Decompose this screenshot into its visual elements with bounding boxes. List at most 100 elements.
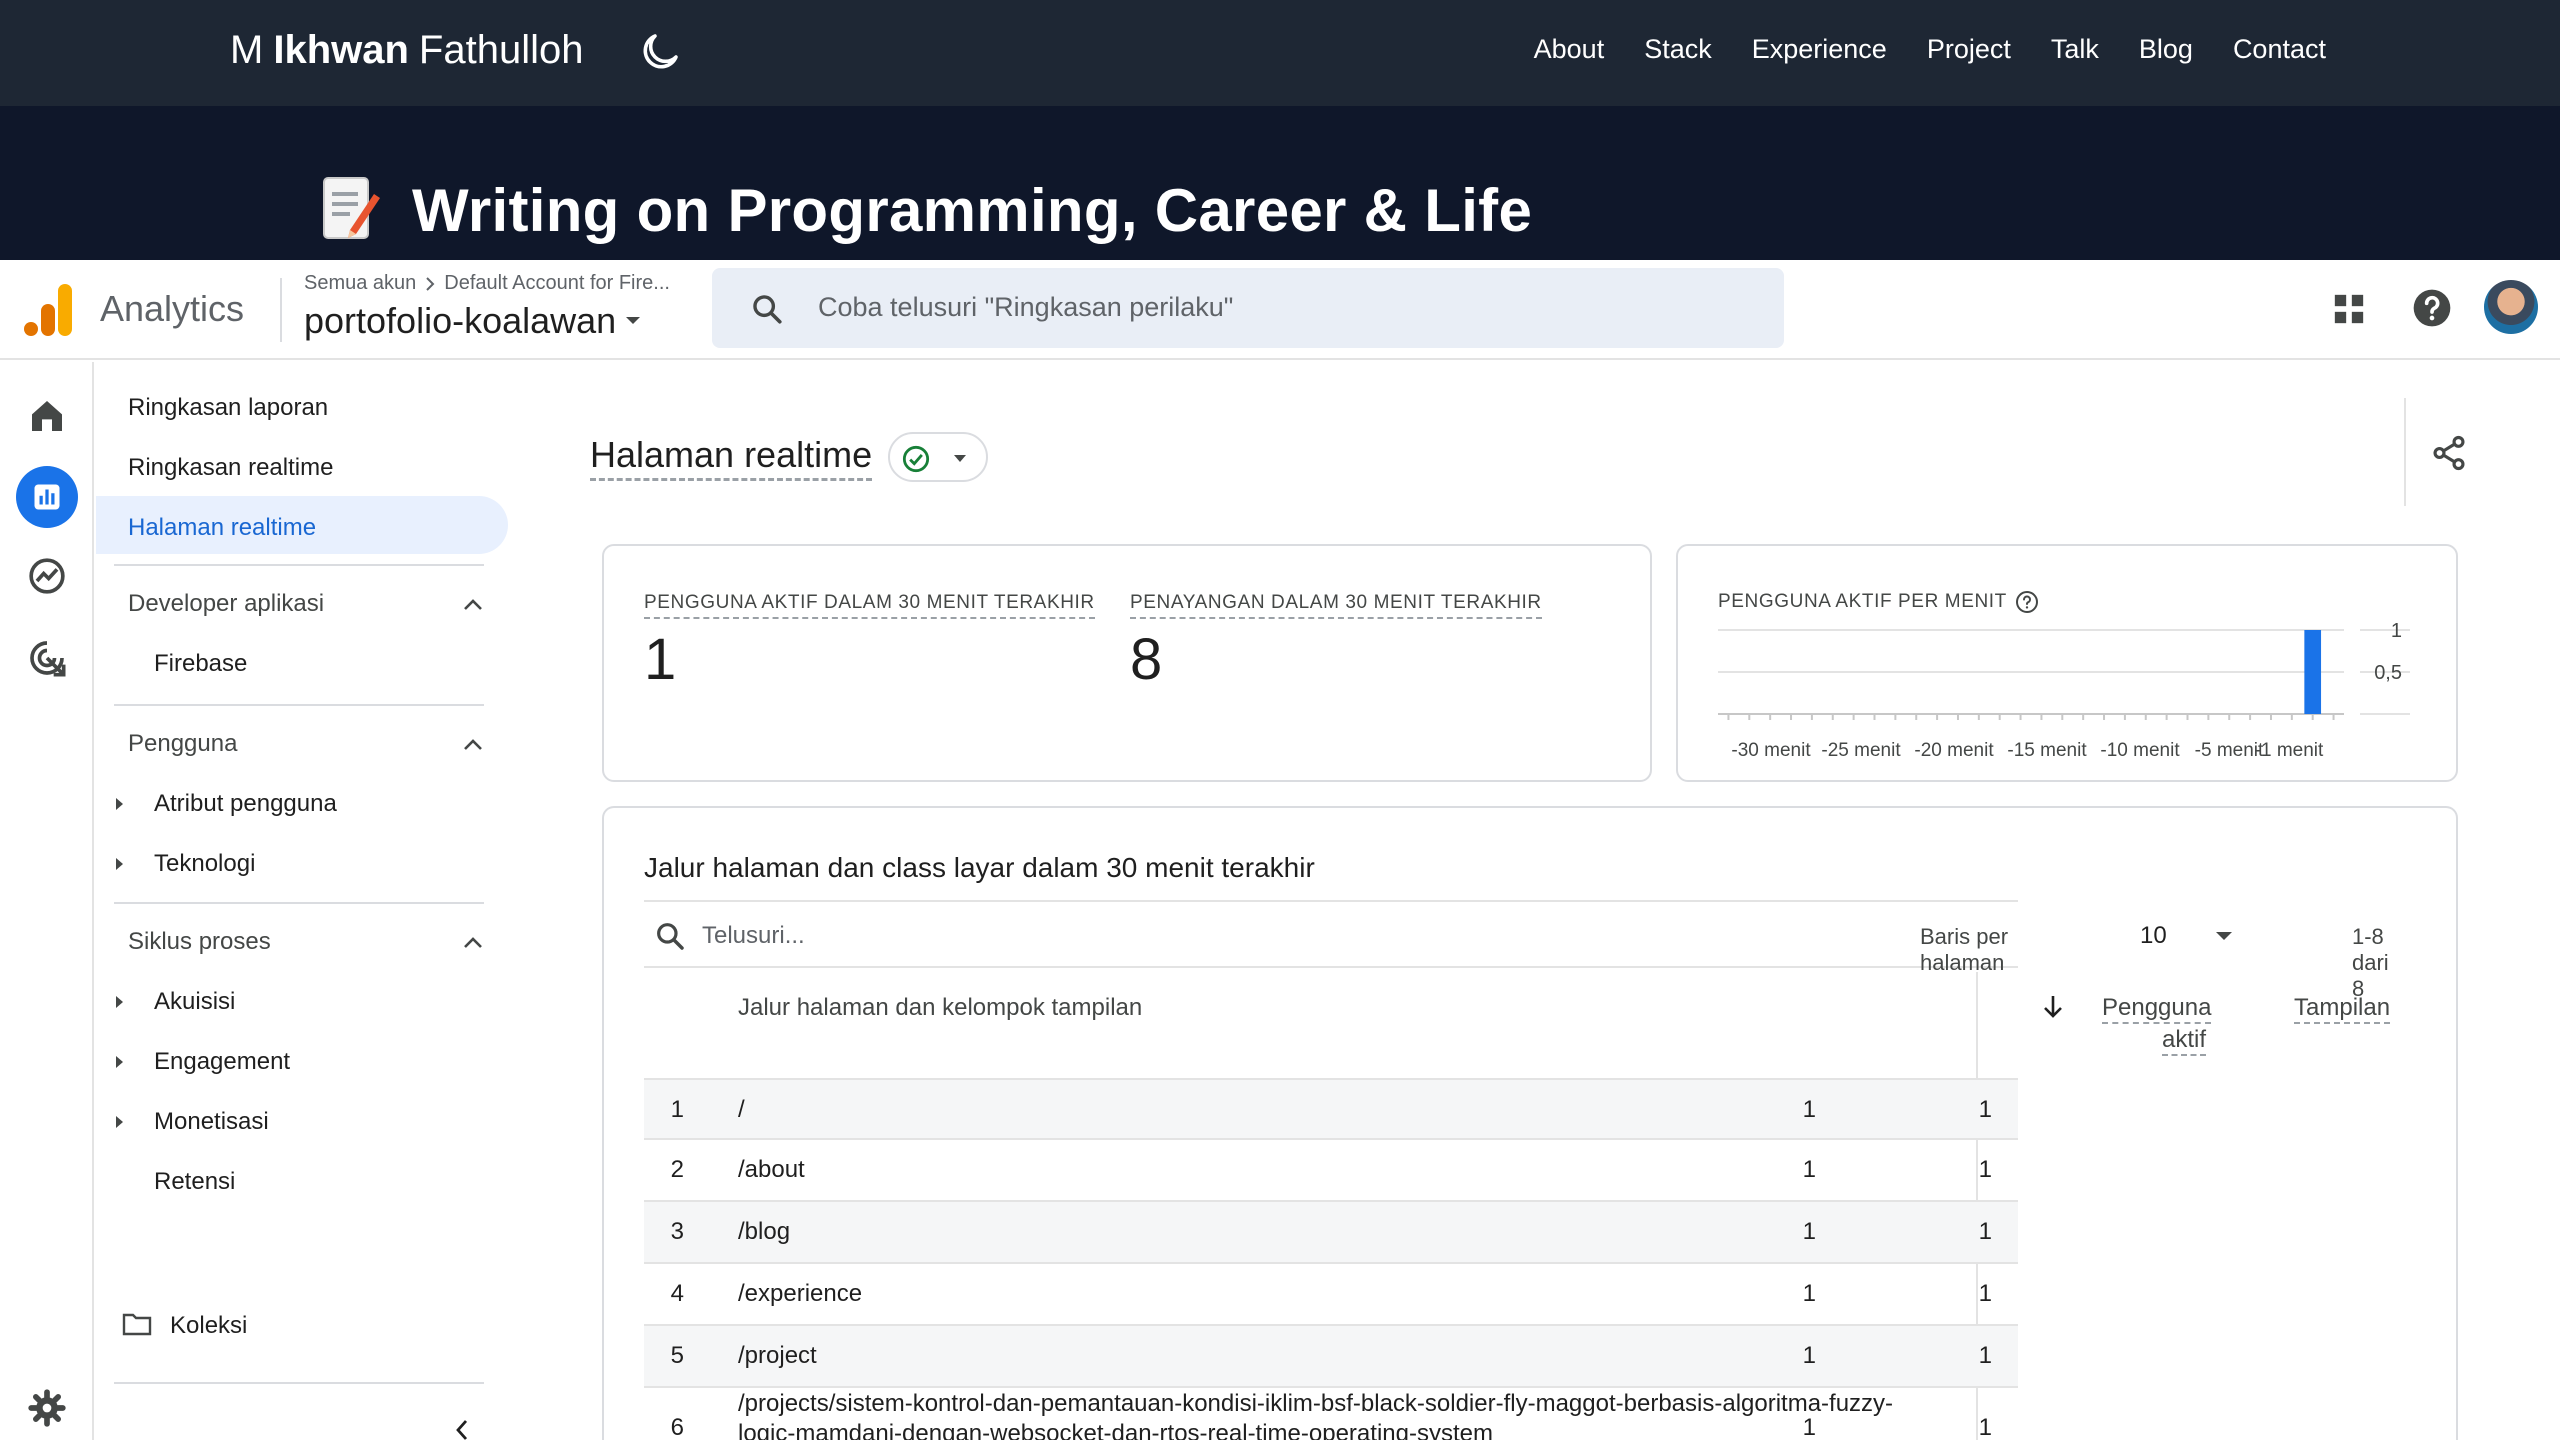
menu-about[interactable]: About bbox=[1534, 34, 1605, 65]
rows-per-page-select[interactable]: 10 bbox=[2140, 922, 2167, 950]
table-row[interactable]: 3 /blog 1 1 bbox=[644, 1202, 2018, 1264]
left-icon-rail bbox=[0, 362, 94, 1440]
share-divider bbox=[2404, 398, 2406, 506]
table-row[interactable]: 5 /project 1 1 bbox=[644, 1326, 2018, 1388]
nav-halaman-realtime[interactable]: Halaman realtime bbox=[128, 514, 316, 542]
row-path: /projects/sistem-kontrol-dan-pemantauan-… bbox=[738, 1390, 1894, 1417]
chart-x-tick-label: -5 menit bbox=[2195, 740, 2264, 761]
menu-blog[interactable]: Blog bbox=[2139, 34, 2193, 65]
menu-experience[interactable]: Experience bbox=[1752, 34, 1887, 65]
pages-table-card: Jalur halaman dan class layar dalam 30 m… bbox=[602, 806, 2458, 1440]
help-icon[interactable] bbox=[2412, 288, 2452, 328]
reports-button[interactable] bbox=[16, 466, 78, 528]
menu-talk[interactable]: Talk bbox=[2051, 34, 2099, 65]
share-icon[interactable] bbox=[2430, 434, 2468, 472]
expand-triangle-icon[interactable] bbox=[116, 1116, 123, 1128]
nav-section-pengguna[interactable]: Pengguna bbox=[128, 730, 237, 758]
site-brand[interactable]: M Ikhwan Fathulloh bbox=[230, 28, 583, 73]
pagination-range: 1-8 dari 8 bbox=[2352, 924, 2389, 1001]
nav-retensi[interactable]: Retensi bbox=[154, 1168, 235, 1196]
chart-y-tick-label: 0,5 bbox=[2374, 662, 2402, 684]
row-index: 1 bbox=[670, 1096, 684, 1123]
nav-koleksi[interactable]: Koleksi bbox=[170, 1312, 247, 1340]
expand-triangle-icon[interactable] bbox=[116, 996, 123, 1008]
row-path-continued: logic-mamdani-dengan-websocket-dan-rtos-… bbox=[738, 1420, 1493, 1440]
brand-first: M bbox=[230, 28, 264, 72]
brand-bold: Ikhwan bbox=[273, 28, 409, 72]
hero-title: Writing on Programming, Career & Life bbox=[412, 177, 1533, 244]
table-row[interactable]: 4 /experience 1 1 bbox=[644, 1264, 2018, 1326]
report-navigation: Ringkasan laporan Ringkasan realtime Hal… bbox=[96, 362, 516, 1440]
kpi-card: PENGGUNA AKTIF DALAM 30 MENIT TERAKHIR 1… bbox=[602, 544, 1652, 782]
kpi-active-users-label[interactable]: PENGGUNA AKTIF DALAM 30 MENIT TERAKHIR bbox=[644, 592, 1095, 619]
chart-x-tick-label: -15 menit bbox=[2007, 740, 2087, 761]
row-views: 1 bbox=[1978, 1280, 1992, 1307]
expand-triangle-icon[interactable] bbox=[116, 798, 123, 810]
memo-icon bbox=[323, 177, 380, 239]
nav-section-developer-aplikasi[interactable]: Developer aplikasi bbox=[128, 590, 324, 618]
nav-ringkasan-realtime[interactable]: Ringkasan realtime bbox=[128, 454, 333, 482]
settings-gear-icon[interactable] bbox=[27, 1388, 67, 1428]
breadcrumb-account: Default Account for Fire... bbox=[444, 272, 670, 294]
menu-project[interactable]: Project bbox=[1927, 34, 2011, 65]
caret-down-icon[interactable] bbox=[2216, 932, 2232, 940]
table-toolbar: Telusuri... Baris per halaman 10 1-8 dar… bbox=[644, 900, 2389, 1001]
table-row[interactable]: 1 / 1 1 bbox=[644, 1078, 2018, 1140]
table-row[interactable]: 2 /about 1 1 bbox=[644, 1140, 2018, 1202]
kpi-views-value: 8 bbox=[1130, 627, 1163, 692]
menu-contact[interactable]: Contact bbox=[2233, 34, 2326, 65]
nav-akuisisi[interactable]: Akuisisi bbox=[154, 988, 235, 1016]
nav-teknologi[interactable]: Teknologi bbox=[154, 850, 255, 878]
row-views: 1 bbox=[1978, 1096, 1992, 1123]
bar-chart-icon bbox=[34, 484, 60, 510]
data-quality-chip[interactable] bbox=[888, 432, 988, 482]
moon-icon[interactable] bbox=[636, 28, 684, 76]
collapse-chevron-left-icon[interactable] bbox=[454, 1418, 470, 1440]
row-path: /experience bbox=[738, 1280, 863, 1307]
topbar-divider bbox=[280, 278, 282, 342]
row-active-users: 1 bbox=[1802, 1096, 1816, 1123]
row-path: /about bbox=[738, 1156, 805, 1183]
nav-atribut-pengguna[interactable]: Atribut pengguna bbox=[154, 790, 337, 818]
row-path: / bbox=[738, 1096, 745, 1123]
col-header-path[interactable]: Jalur halaman dan kelompok tampilan bbox=[738, 994, 1142, 1022]
explore-trend-icon[interactable] bbox=[27, 556, 67, 596]
nav-monetisasi[interactable]: Monetisasi bbox=[154, 1108, 269, 1136]
user-avatar[interactable] bbox=[2484, 280, 2538, 334]
row-active-users: 1 bbox=[1802, 1156, 1816, 1183]
breadcrumb-root: Semua akun bbox=[304, 272, 417, 294]
row-path: /blog bbox=[738, 1218, 791, 1245]
property-selector[interactable]: portofolio-koalawan bbox=[304, 300, 642, 342]
nav-ringkasan-laporan[interactable]: Ringkasan laporan bbox=[128, 394, 328, 422]
col-header-views[interactable]: Tampilan bbox=[2294, 994, 2391, 1024]
table-search-input[interactable]: Telusuri... bbox=[702, 922, 805, 950]
account-breadcrumb[interactable]: Semua akun Default Account for Fire... bbox=[304, 272, 670, 295]
col-header-active-users-line2[interactable]: aktif bbox=[2162, 1026, 2207, 1056]
table-row[interactable]: 6 /projects/sistem-kontrol-dan-pemantaua… bbox=[644, 1388, 2018, 1440]
active-users-per-minute-card: PENGGUNA AKTIF PER MENIT 1 0,5 -30 menit -2… bbox=[1676, 544, 2458, 782]
col-header-active-users[interactable]: Pengguna bbox=[2102, 994, 2212, 1024]
nav-divider bbox=[114, 564, 484, 566]
advertising-target-icon[interactable] bbox=[27, 638, 67, 678]
home-icon[interactable] bbox=[27, 396, 67, 436]
chevron-up-icon[interactable] bbox=[462, 738, 484, 752]
analytics-logo-icon[interactable] bbox=[24, 284, 72, 336]
apps-grid-icon[interactable] bbox=[2332, 292, 2366, 326]
nav-engagement[interactable]: Engagement bbox=[154, 1048, 290, 1076]
folder-icon bbox=[122, 1313, 152, 1336]
page-title: Halaman realtime bbox=[590, 434, 873, 481]
site-menu: About Stack Experience Project Talk Blog… bbox=[1534, 34, 2326, 65]
nav-section-siklus-proses[interactable]: Siklus proses bbox=[128, 928, 271, 956]
kpi-views-label[interactable]: PENAYANGAN DALAM 30 MENIT TERAKHIR bbox=[1130, 592, 1542, 619]
row-views: 1 bbox=[1978, 1342, 1992, 1369]
sort-arrow-down-icon[interactable] bbox=[2042, 994, 2064, 1020]
expand-triangle-icon[interactable] bbox=[116, 858, 123, 870]
menu-stack[interactable]: Stack bbox=[1644, 34, 1712, 65]
row-index: 5 bbox=[670, 1342, 684, 1369]
ga-topbar: Analytics Semua akun Default Account for… bbox=[0, 260, 2560, 360]
expand-triangle-icon[interactable] bbox=[116, 1056, 123, 1068]
ga-search-bar[interactable]: Coba telusuri "Ringkasan perilaku" bbox=[712, 268, 1784, 348]
nav-firebase[interactable]: Firebase bbox=[154, 650, 247, 678]
chevron-up-icon[interactable] bbox=[462, 936, 484, 950]
chevron-up-icon[interactable] bbox=[462, 598, 484, 612]
